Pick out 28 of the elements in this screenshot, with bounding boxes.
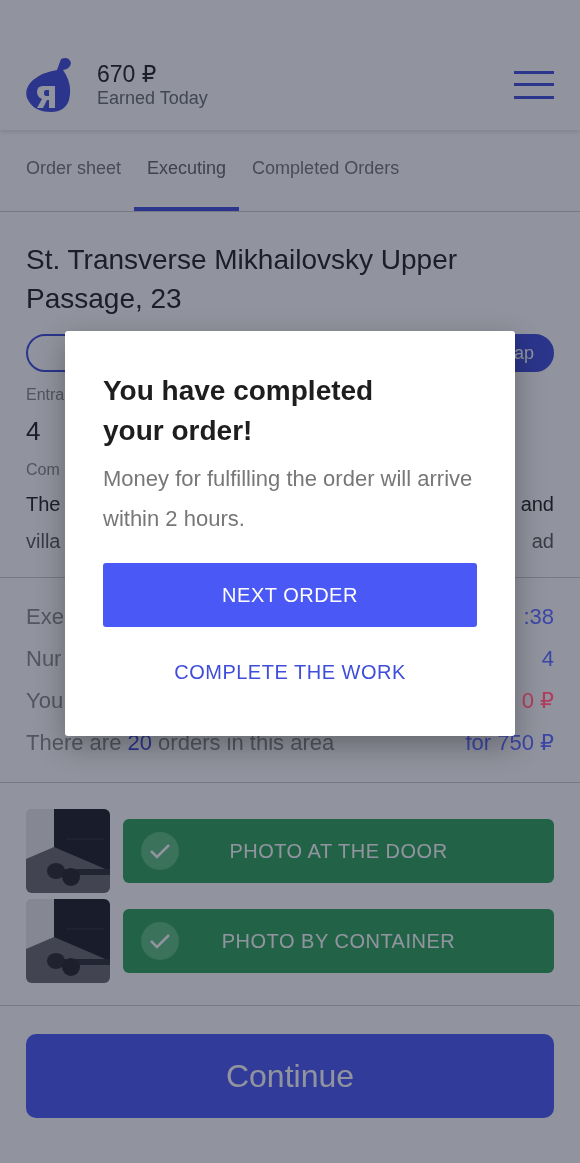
complete-work-button[interactable]: COMPLETE THE WORK	[166, 653, 414, 692]
next-order-button[interactable]: NEXT ORDER	[103, 563, 477, 627]
logo-icon	[25, 56, 73, 114]
comment-text: villa	[26, 530, 61, 553]
comment-text: ad	[531, 530, 554, 553]
earnings-amount: 670 ₽	[97, 61, 158, 88]
order-address: St. Transverse Mikhailovsky Upper Passage, 23	[26, 243, 459, 316]
photo-button[interactable]: PHOTO AT THE DOOR	[123, 819, 554, 883]
entrance-value: 4	[26, 416, 41, 447]
stat-value: 0 ₽	[521, 688, 554, 714]
stat-label: Nur	[26, 646, 62, 672]
tab[interactable]: Executing	[134, 130, 240, 211]
stat-label: Exe	[26, 604, 64, 630]
comment-text: The	[26, 493, 61, 516]
comment-label: Com	[26, 461, 60, 479]
continue-button[interactable]: Continue	[26, 1034, 554, 1118]
menu-icon[interactable]	[514, 71, 554, 99]
earnings-caption: Earned Today	[97, 88, 209, 109]
tab[interactable]: Order sheet	[13, 130, 135, 211]
stat-label: You	[26, 688, 64, 714]
dialog-title: You have completed your order!	[103, 374, 375, 448]
photo-button[interactable]: PHOTO BY CONTAINER	[123, 909, 554, 973]
stat-value: 4	[541, 646, 554, 672]
tab[interactable]: Completed Orders	[239, 130, 413, 211]
comment-text: and	[520, 493, 554, 516]
stat-value: :38	[523, 604, 554, 630]
entrance-label: Entra	[26, 386, 65, 404]
dialog-message: Money for fulfilling the order will arrive within 2 hours.	[103, 465, 474, 533]
